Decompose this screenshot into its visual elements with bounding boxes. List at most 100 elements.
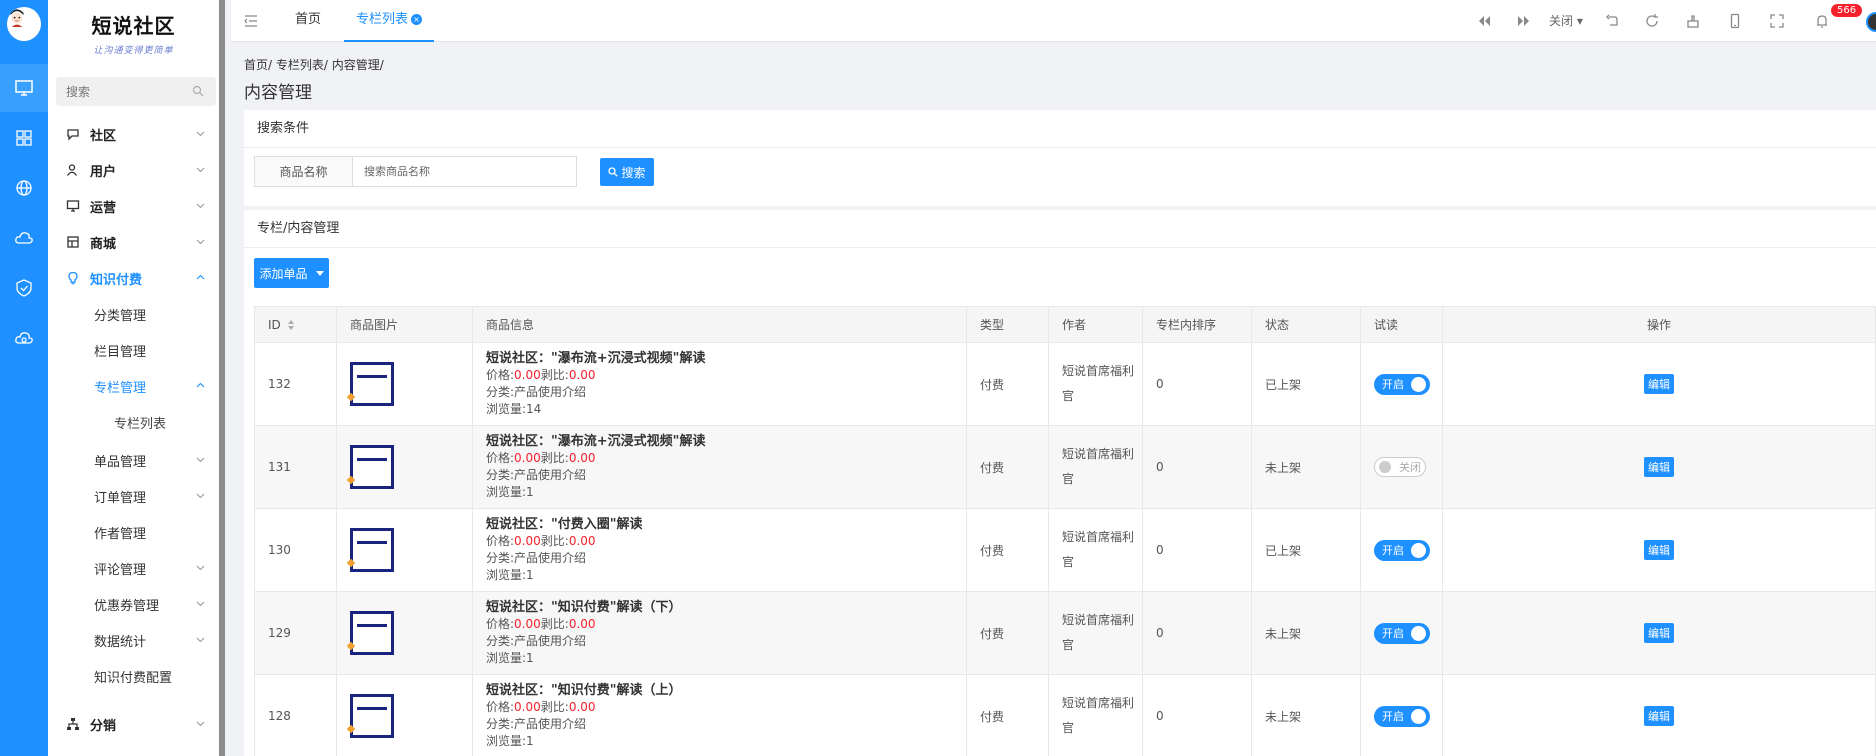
globe-icon[interactable] bbox=[0, 164, 48, 212]
table-row: 131 短说社区："瀑布流+沉浸式视频"解读 价格:0.00剥比:0.00 分类:产品… bbox=[254, 425, 1876, 509]
column-header-info: 商品信息 bbox=[472, 306, 967, 343]
goods-thumbnail[interactable] bbox=[350, 528, 394, 572]
cell-author: 短说首席福利官 bbox=[1048, 342, 1143, 426]
grid-icon[interactable] bbox=[0, 114, 48, 162]
cell-trial: 开启 bbox=[1360, 674, 1443, 756]
cell-type: 付费 bbox=[966, 342, 1049, 426]
cell-sort: 0 bbox=[1142, 591, 1252, 675]
sidebar-item-operations[interactable]: 运营 bbox=[48, 188, 219, 224]
mobile-icon[interactable] bbox=[1727, 13, 1743, 29]
sort-icon[interactable] bbox=[287, 319, 295, 330]
trial-toggle[interactable]: 关闭 bbox=[1374, 457, 1426, 477]
sidebar-subitem-coupons[interactable]: 优惠券管理 bbox=[48, 586, 219, 622]
close-tabs-dropdown[interactable]: 关闭 ▾ bbox=[1549, 12, 1583, 29]
cell-image bbox=[336, 591, 473, 675]
edit-button[interactable]: 编辑 bbox=[1644, 623, 1674, 643]
cell-sort: 0 bbox=[1142, 425, 1252, 509]
shield-check-icon[interactable] bbox=[0, 264, 48, 312]
cell-actions: 编辑 bbox=[1442, 591, 1876, 675]
goods-views: 浏览量:1 bbox=[486, 568, 534, 582]
cell-info: 短说社区："付费入圈"解读 价格:0.00剥比:0.00 分类:产品使用介绍 浏览量:… bbox=[472, 508, 967, 592]
user-avatar[interactable] bbox=[1866, 12, 1876, 32]
goods-thumbnail[interactable] bbox=[350, 362, 394, 406]
goods-price-line: 价格:0.00剥比:0.00 bbox=[486, 699, 966, 716]
sidebar-subitem-orders[interactable]: 订单管理 bbox=[48, 478, 219, 514]
add-single-button[interactable]: 添加单品 bbox=[254, 258, 329, 288]
price-label: 价格: bbox=[486, 534, 515, 548]
tab-close-icon[interactable]: × bbox=[411, 14, 423, 25]
cell-image bbox=[336, 342, 473, 426]
goods-thumbnail[interactable] bbox=[350, 694, 394, 738]
add-single-label: 添加单品 bbox=[259, 266, 308, 281]
edit-button[interactable]: 编辑 bbox=[1644, 540, 1674, 560]
fullscreen-icon[interactable] bbox=[1769, 13, 1785, 29]
author-name: 短说首席福利官 bbox=[1062, 696, 1135, 735]
cell-status: 未上架 bbox=[1251, 425, 1361, 509]
menu-fold-icon[interactable] bbox=[243, 13, 259, 29]
goods-views: 浏览量:1 bbox=[486, 485, 534, 499]
bell-icon[interactable] bbox=[1814, 13, 1830, 29]
sidebar-subitem-comments[interactable]: 评论管理 bbox=[48, 550, 219, 586]
sidebar-search-input[interactable]: 搜索 bbox=[56, 77, 216, 106]
price-value: 0.00 bbox=[514, 368, 541, 382]
edit-button[interactable]: 编辑 bbox=[1644, 457, 1674, 477]
cell-type: 付费 bbox=[966, 674, 1049, 756]
goods-category: 分类:产品使用介绍 bbox=[486, 634, 587, 648]
backward-icon[interactable] bbox=[1476, 13, 1492, 29]
column-header-actions: 操作 bbox=[1442, 306, 1876, 343]
list-card-title: 专栏/内容管理 bbox=[244, 210, 1876, 248]
chevron-down-icon bbox=[196, 721, 205, 727]
trial-toggle[interactable]: 开启 bbox=[1374, 622, 1430, 644]
sidebar-item-distribution[interactable]: 分销 bbox=[48, 706, 219, 742]
clear-icon[interactable] bbox=[1685, 13, 1701, 29]
tab-column-list[interactable]: 专栏列表 × bbox=[344, 0, 435, 42]
undo-icon[interactable] bbox=[1604, 13, 1620, 29]
sidebar-subitem-category[interactable]: 分类管理 bbox=[48, 296, 219, 332]
goods-thumbnail[interactable] bbox=[350, 445, 394, 489]
goods-name-input[interactable] bbox=[353, 157, 576, 186]
trial-toggle[interactable]: 开启 bbox=[1374, 373, 1430, 395]
cloud-service-icon[interactable] bbox=[0, 314, 48, 362]
sidebar-item-users[interactable]: 用户 bbox=[48, 152, 219, 188]
sidebar-subitem-single[interactable]: 单品管理 bbox=[48, 442, 219, 478]
cell-info: 短说社区："瀑布流+沉浸式视频"解读 价格:0.00剥比:0.00 分类:产品使用介… bbox=[472, 342, 967, 426]
forward-icon[interactable] bbox=[1516, 13, 1532, 29]
breadcrumb[interactable]: 首页/ 专栏列表/ 内容管理/ bbox=[244, 56, 384, 73]
sidebar-subitem-authors[interactable]: 作者管理 bbox=[48, 514, 219, 550]
sidebar-subitem-section[interactable]: 栏目管理 bbox=[48, 332, 219, 368]
cell-info: 短说社区："瀑布流+沉浸式视频"解读 价格:0.00剥比:0.00 分类:产品使用介… bbox=[472, 425, 967, 509]
sidebar-subitem-column-list[interactable]: 专栏列表 bbox=[48, 404, 219, 440]
sidebar-subitem-stats[interactable]: 数据统计 bbox=[48, 622, 219, 658]
column-header-status: 状态 bbox=[1251, 306, 1361, 343]
cell-actions: 编辑 bbox=[1442, 674, 1876, 756]
goods-category: 分类:产品使用介绍 bbox=[486, 468, 587, 482]
desktop-icon[interactable] bbox=[0, 64, 48, 112]
sidebar-subitem-label: 单品管理 bbox=[94, 454, 147, 470]
refresh-icon[interactable] bbox=[1644, 13, 1660, 29]
tab-home[interactable]: 首页 bbox=[295, 0, 321, 42]
trial-toggle[interactable]: 开启 bbox=[1374, 705, 1430, 727]
trial-toggle[interactable]: 开启 bbox=[1374, 539, 1430, 561]
deduct-value: 0.00 bbox=[568, 534, 596, 548]
cell-id: 132 bbox=[254, 342, 337, 426]
goods-views: 浏览量:1 bbox=[486, 651, 534, 665]
logo[interactable]: 短说社区 让沟通变得更简单 bbox=[48, 0, 219, 62]
sidebar-subitem-column[interactable]: 专栏管理 bbox=[48, 368, 219, 404]
cell-actions: 编辑 bbox=[1442, 425, 1876, 509]
sidebar-item-label: 商城 bbox=[90, 236, 117, 252]
search-icon bbox=[608, 167, 619, 177]
sidebar-item-community[interactable]: 社区 bbox=[48, 116, 219, 152]
edit-button[interactable]: 编辑 bbox=[1644, 374, 1674, 394]
sidebar-item-shop[interactable]: 商城 bbox=[48, 224, 219, 260]
chevron-down-icon bbox=[196, 601, 205, 607]
sidebar-item-knowledge-pay[interactable]: 知识付费 bbox=[48, 260, 219, 296]
author-name: 短说首席福利官 bbox=[1062, 613, 1135, 652]
search-button[interactable]: 搜索 bbox=[600, 158, 654, 186]
goods-category: 分类:产品使用介绍 bbox=[486, 551, 587, 565]
edit-button[interactable]: 编辑 bbox=[1644, 706, 1674, 726]
sidebar-subitem-config[interactable]: 知识付费配置 bbox=[48, 658, 219, 694]
goods-thumbnail[interactable] bbox=[350, 611, 394, 655]
avatar[interactable] bbox=[7, 7, 41, 41]
column-header-id[interactable]: ID bbox=[254, 306, 337, 343]
cloud-icon[interactable] bbox=[0, 214, 48, 262]
